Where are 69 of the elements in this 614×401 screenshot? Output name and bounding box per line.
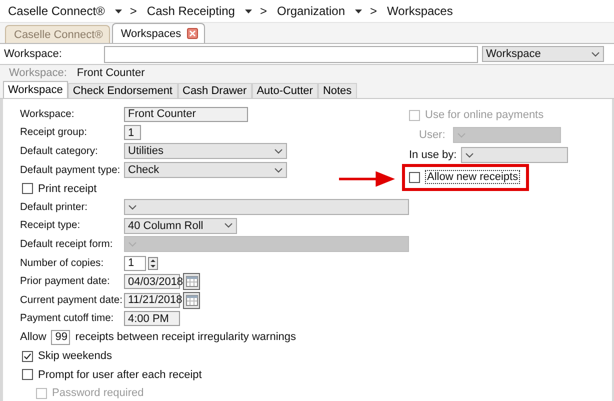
checkbox-label: Skip weekends: [38, 350, 112, 362]
field-label: In use by:: [409, 149, 458, 161]
checkbox-label: Print receipt: [38, 182, 97, 195]
scope-dropdown[interactable]: Workspace: [482, 46, 604, 62]
field-label: Allow: [20, 331, 46, 344]
checkbox[interactable]: [22, 369, 33, 380]
chevron-icon: [465, 152, 474, 158]
field-label: Receipt group:: [20, 127, 88, 138]
document-tab[interactable]: Workspaces: [112, 23, 206, 43]
number-field[interactable]: 1: [124, 256, 146, 271]
dropdown[interactable]: 40 Column Roll: [124, 218, 237, 234]
breadcrumb-link[interactable]: Caselle Connect®: [6, 4, 107, 18]
date-field[interactable]: 04/03/2018: [124, 274, 180, 290]
checkbox[interactable]: [22, 183, 33, 194]
field-label: User:: [419, 129, 446, 141]
checkbox-label: Allow new receipts: [425, 170, 520, 184]
time-field[interactable]: 4:00 PM: [124, 311, 180, 326]
search-label: Workspace:: [4, 48, 63, 60]
tab[interactable]: Workspace: [3, 81, 68, 98]
calendar-icon[interactable]: [183, 292, 200, 309]
field-label: Default payment type:: [20, 164, 122, 176]
breadcrumb-separator: >: [370, 4, 378, 18]
checkbox[interactable]: [409, 172, 420, 182]
caret-icon[interactable]: [244, 8, 252, 14]
tab[interactable]: Check Endorsement: [68, 83, 178, 98]
field-label: Workspace:: [20, 108, 76, 120]
breadcrumb-separator: >: [260, 4, 267, 18]
chevron-icon: [274, 168, 283, 173]
field-label: Default category:: [20, 146, 99, 157]
spinner-icon[interactable]: [148, 256, 158, 270]
breadcrumb-link[interactable]: Organization: [274, 4, 348, 18]
dropdown[interactable]: Check: [124, 162, 287, 178]
close-icon[interactable]: [187, 28, 198, 39]
date-field[interactable]: 11/21/2018: [124, 292, 180, 308]
checkbox[interactable]: [22, 350, 33, 362]
field-label: Default printer:: [20, 202, 89, 213]
tab[interactable]: Cash Drawer: [178, 83, 252, 98]
field-label: Default receipt form:: [20, 238, 114, 250]
caret-icon[interactable]: [114, 8, 122, 14]
chevron-icon: [128, 242, 137, 247]
chevron-icon: [457, 132, 466, 138]
search-field[interactable]: [104, 46, 478, 62]
tab[interactable]: Auto-Cutter: [252, 83, 318, 98]
checkbox-label: Password required: [52, 387, 144, 400]
chevron-icon: [128, 204, 137, 210]
calendar-icon[interactable]: [183, 273, 200, 290]
field-label: Current payment date:: [20, 294, 124, 306]
breadcrumb-link[interactable]: Workspaces: [385, 4, 455, 18]
header-label: Workspace:: [9, 67, 67, 79]
text-field[interactable]: Front Counter: [124, 106, 248, 122]
field-label: receipts between receipt irregularity warnings: [75, 331, 296, 344]
breadcrumb-link[interactable]: Cash Receipting: [144, 4, 237, 18]
checkbox-label: Use for online payments: [425, 109, 544, 121]
chevron-icon: [274, 148, 283, 154]
tab[interactable]: Notes: [318, 83, 357, 98]
field-label: Receipt type:: [20, 220, 82, 232]
field-label: Prior payment date:: [20, 276, 111, 288]
field-label: Payment cutoff time:: [20, 313, 115, 324]
chevron-icon: [224, 223, 233, 228]
breadcrumb-separator: >: [130, 4, 137, 18]
number-field[interactable]: 1: [124, 125, 141, 140]
dropdown[interactable]: Utilities: [124, 143, 287, 160]
number-field[interactable]: 99: [51, 330, 70, 345]
chevron-icon: [591, 52, 600, 56]
checkbox-label: Prompt for user after each receipt: [38, 368, 202, 381]
field-label: Number of copies:: [20, 258, 105, 269]
header-value: Front Counter: [76, 67, 145, 79]
caret-icon[interactable]: [355, 8, 362, 14]
arrow-annotation: [339, 171, 395, 187]
